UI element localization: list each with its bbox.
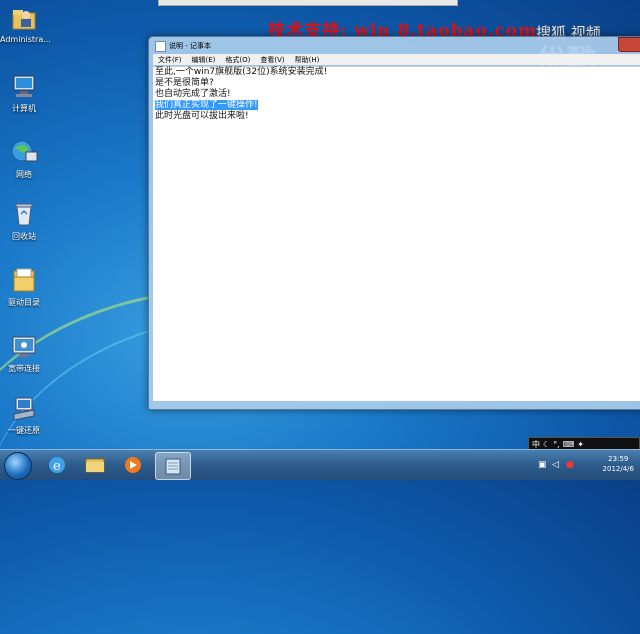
taskbar: e ▣ ◁ ● 23:59 2012/4/6 bbox=[0, 449, 640, 480]
desktop-icon-one-key-restore[interactable]: 一键还原 bbox=[0, 394, 48, 436]
clock[interactable]: 23:59 2012/4/6 bbox=[603, 454, 634, 474]
notepad-icon bbox=[155, 41, 166, 52]
text-line: 至此,一个win7旗舰版(32位)系统安装完成! bbox=[155, 67, 328, 77]
clock-date: 2012/4/6 bbox=[602, 465, 634, 473]
ie-icon: e bbox=[49, 457, 65, 474]
desktop-icon-label: 网络 bbox=[16, 170, 32, 179]
desktop-icon-drivers-folder[interactable]: 驱动目录 bbox=[0, 266, 48, 308]
text-editor-area[interactable]: 至此,一个win7旗舰版(32位)系统安装完成! 是不是很简单? 也自动完成了激… bbox=[153, 66, 640, 401]
desktop-icon-recycle-bin[interactable]: 回收站 bbox=[0, 200, 48, 242]
network-tray-icon[interactable]: ▣ bbox=[538, 460, 547, 470]
desktop-icon-computer[interactable]: 计算机 bbox=[0, 72, 48, 114]
taskbar-notepad-button[interactable] bbox=[155, 452, 191, 480]
menu-bar: 文件(F) 编辑(E) 格式(O) 查看(V) 帮助(H) bbox=[153, 54, 640, 65]
clock-time: 23:59 bbox=[608, 455, 629, 463]
desktop-icon-administrator[interactable]: Administra... bbox=[0, 4, 51, 44]
menu-edit[interactable]: 编辑(E) bbox=[187, 55, 221, 65]
background-window-strip bbox=[158, 0, 458, 6]
desktop-icon-label: 一键还原 bbox=[8, 426, 40, 435]
menu-format[interactable]: 格式(O) bbox=[220, 55, 255, 65]
title-bar[interactable]: 说明 - 记事本 bbox=[149, 37, 640, 53]
recycle-bin-icon bbox=[10, 200, 38, 228]
text-line: 也自动完成了激活! bbox=[155, 89, 231, 99]
text-line: 此时光盘可以拔出来啦! bbox=[155, 111, 249, 121]
desktop-icon-label: 驱动目录 bbox=[8, 298, 40, 307]
desktop-icon-label: 计算机 bbox=[12, 104, 36, 113]
system-tray: ▣ ◁ ● 23:59 2012/4/6 bbox=[530, 450, 640, 480]
media-player-icon bbox=[125, 457, 141, 473]
network-icon bbox=[10, 138, 38, 166]
ime-settings-icon[interactable]: ✦ bbox=[577, 440, 584, 449]
menu-help[interactable]: 帮助(H) bbox=[290, 55, 325, 65]
taskbar-ie-button[interactable]: e bbox=[40, 452, 74, 478]
explorer-icon bbox=[85, 458, 105, 473]
desktop-icon-broadband[interactable]: 宽带连接 bbox=[0, 332, 48, 374]
desktop-icon-network[interactable]: 网络 bbox=[0, 138, 48, 180]
close-button[interactable] bbox=[618, 37, 640, 52]
start-button[interactable] bbox=[4, 452, 32, 480]
selected-text-line: 我们真正实现了一键操作! bbox=[153, 100, 640, 111]
security-tray-icon[interactable]: ● bbox=[566, 460, 574, 470]
svg-text:e: e bbox=[53, 459, 61, 474]
broadband-icon bbox=[10, 332, 38, 360]
folder-icon bbox=[10, 266, 38, 294]
taskbar-explorer-button[interactable] bbox=[78, 452, 112, 478]
menu-file[interactable]: 文件(F) bbox=[153, 55, 187, 65]
computer-icon bbox=[10, 72, 38, 100]
ime-punct-icon[interactable]: °, bbox=[553, 440, 560, 449]
volume-tray-icon[interactable]: ◁ bbox=[552, 460, 559, 470]
notepad-icon bbox=[165, 458, 181, 475]
user-folder-icon bbox=[10, 4, 38, 32]
taskbar-media-player-button[interactable] bbox=[116, 452, 150, 478]
window-title: 说明 - 记事本 bbox=[169, 42, 211, 50]
text-line: 是不是很简单? bbox=[155, 78, 214, 88]
selected-text: 我们真正实现了一键操作! bbox=[155, 100, 258, 110]
desktop-icon-label: 回收站 bbox=[12, 232, 36, 241]
desktop-icon-label: Administra... bbox=[0, 35, 51, 44]
menu-view[interactable]: 查看(V) bbox=[255, 55, 289, 65]
notepad-window[interactable]: 说明 - 记事本 文件(F) 编辑(E) 格式(O) 查看(V) 帮助(H) 至… bbox=[148, 36, 640, 410]
ime-moon-icon[interactable]: ☾ bbox=[543, 440, 550, 449]
restore-icon bbox=[10, 394, 38, 422]
ime-keyboard-icon[interactable]: ⌨ bbox=[563, 440, 575, 449]
ime-mode-label[interactable]: 中 bbox=[532, 439, 540, 450]
desktop-icon-label: 宽带连接 bbox=[8, 364, 40, 373]
